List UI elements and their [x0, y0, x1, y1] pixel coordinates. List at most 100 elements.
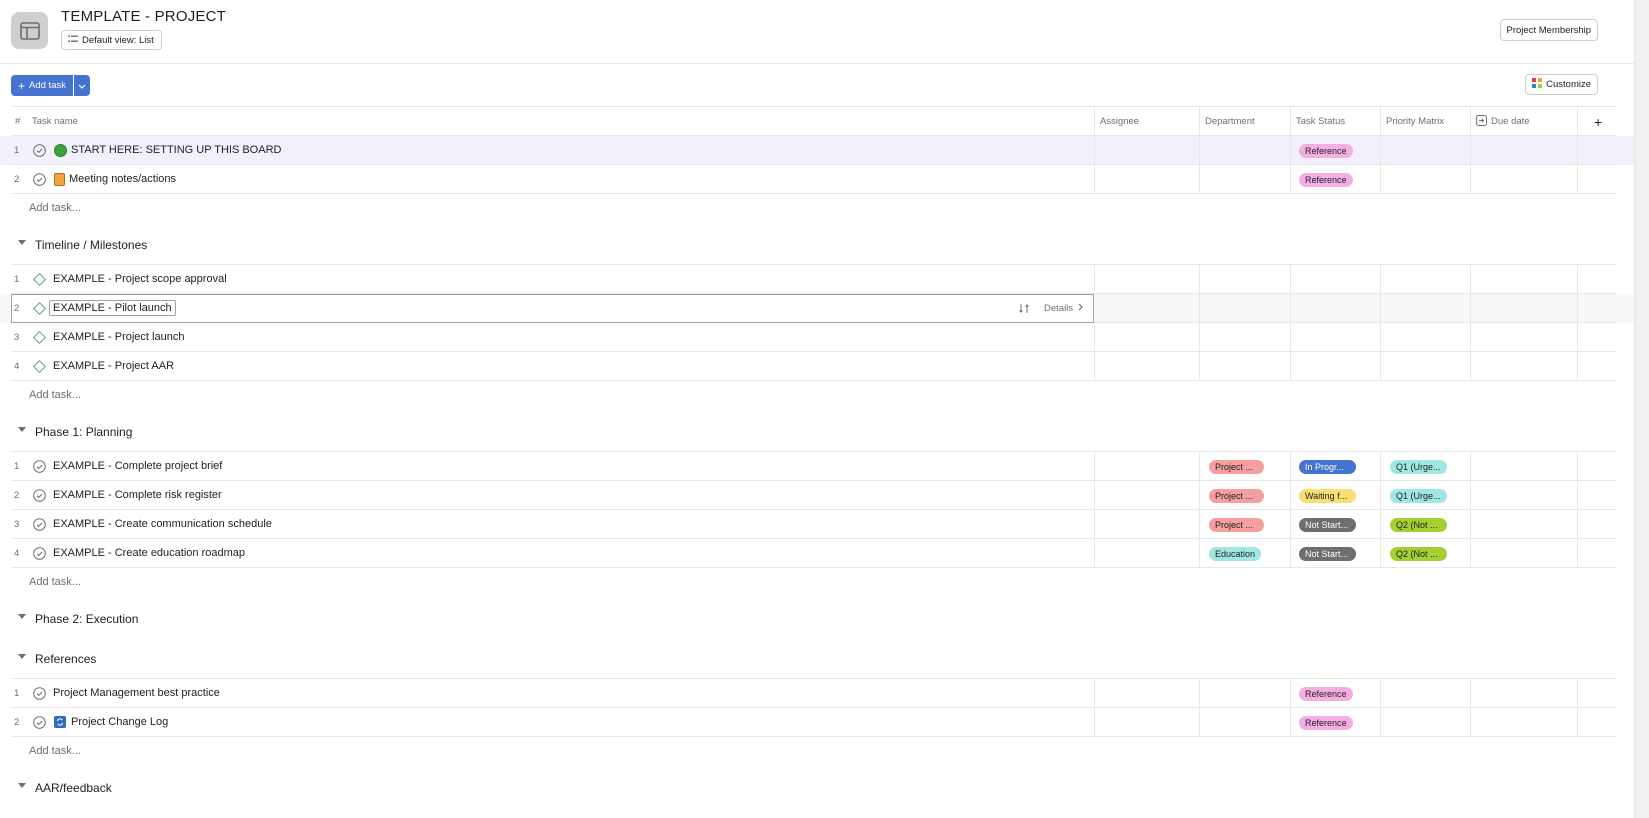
- task-name[interactable]: Meeting notes/actions: [69, 165, 176, 193]
- column-department[interactable]: Department: [1199, 107, 1255, 136]
- section-title[interactable]: Phase 1: Planning: [35, 412, 132, 452]
- add-task-dropdown-button[interactable]: [74, 75, 90, 96]
- details-button[interactable]: Details: [1044, 294, 1083, 322]
- add-task-inline[interactable]: Add task...: [29, 381, 81, 409]
- details-label: Details: [1044, 302, 1074, 314]
- column-due-date[interactable]: Due date: [1470, 107, 1530, 136]
- status-pill[interactable]: Not Start...: [1299, 547, 1356, 561]
- project-title[interactable]: TEMPLATE - PROJECT: [61, 8, 226, 25]
- status-pill[interactable]: Reference: [1299, 716, 1353, 730]
- task-name[interactable]: EXAMPLE - Project launch: [53, 323, 184, 351]
- department-pill[interactable]: Education: [1209, 547, 1262, 561]
- column-task-status[interactable]: Task Status: [1290, 107, 1345, 136]
- repeat-icon: [54, 716, 66, 728]
- task-number: 1: [14, 273, 20, 285]
- task-row[interactable]: 2 Project Change Log Reference: [0, 708, 1634, 737]
- caret-down-icon[interactable]: [18, 783, 26, 789]
- column-task-name[interactable]: Task name: [26, 107, 78, 136]
- status-pill[interactable]: Waiting f...: [1299, 489, 1356, 503]
- task-name[interactable]: EXAMPLE - Complete risk register: [53, 481, 222, 509]
- department-pill[interactable]: Project ...: [1209, 489, 1264, 503]
- add-task-button[interactable]: + Add task: [11, 75, 73, 96]
- diamond-icon[interactable]: [33, 360, 46, 373]
- diamond-icon[interactable]: [33, 273, 46, 286]
- diamond-icon[interactable]: [33, 302, 46, 315]
- task-row[interactable]: 1 EXAMPLE - Complete project brief Proje…: [0, 452, 1634, 481]
- check-circle-icon[interactable]: [33, 489, 46, 502]
- column-priority-matrix[interactable]: Priority Matrix: [1380, 107, 1444, 136]
- priority-pill[interactable]: Q2 (Not ...: [1390, 518, 1447, 532]
- task-name[interactable]: EXAMPLE - Project scope approval: [53, 265, 227, 293]
- task-name[interactable]: START HERE: SETTING UP THIS BOARD: [71, 136, 281, 164]
- task-name[interactable]: EXAMPLE - Complete project brief: [53, 452, 222, 480]
- plus-icon: +: [18, 78, 26, 93]
- status-pill[interactable]: In Progr...: [1299, 460, 1356, 474]
- default-view-button[interactable]: Default view: List: [61, 30, 162, 50]
- caret-down-icon[interactable]: [18, 240, 26, 246]
- add-task-label: Add task: [29, 80, 66, 91]
- task-name[interactable]: EXAMPLE - Create communication schedule: [53, 510, 272, 538]
- project-membership-button[interactable]: Project Membership: [1499, 19, 1598, 41]
- check-circle-icon[interactable]: [33, 687, 46, 700]
- add-column-button[interactable]: +: [1588, 107, 1602, 136]
- caret-down-icon[interactable]: [18, 654, 26, 660]
- task-row[interactable]: 3 EXAMPLE - Project launch: [0, 323, 1634, 352]
- section-title[interactable]: References: [35, 639, 96, 679]
- task-row[interactable]: 1 EXAMPLE - Project scope approval: [0, 265, 1634, 294]
- diamond-icon[interactable]: [33, 331, 46, 344]
- task-row[interactable]: 2 Meeting notes/actions Reference: [0, 165, 1634, 194]
- priority-pill[interactable]: Q1 (Urge...: [1390, 460, 1447, 474]
- section-title[interactable]: Timeline / Milestones: [35, 225, 147, 265]
- check-circle-icon[interactable]: [33, 144, 46, 157]
- section-header[interactable]: Timeline / Milestones: [0, 225, 1634, 265]
- task-row[interactable]: 1 Project Management best practice Refer…: [0, 679, 1634, 708]
- task-row[interactable]: 4 EXAMPLE - Create education roadmap Edu…: [0, 539, 1634, 568]
- priority-pill[interactable]: Q2 (Not ...: [1390, 547, 1447, 561]
- column-assignee[interactable]: Assignee: [1094, 107, 1139, 136]
- column-due-date-label: Due date: [1491, 116, 1530, 127]
- department-pill[interactable]: Project ...: [1209, 518, 1264, 532]
- status-pill[interactable]: Reference: [1299, 173, 1353, 187]
- priority-pill[interactable]: Q1 (Urge...: [1390, 489, 1447, 503]
- task-row[interactable]: 2 EXAMPLE - Pilot launch Details: [0, 294, 1634, 323]
- status-pill[interactable]: Not Start...: [1299, 518, 1356, 532]
- add-task-inline[interactable]: Add task...: [29, 194, 81, 222]
- task-row[interactable]: 2 EXAMPLE - Complete risk register Proje…: [0, 481, 1634, 510]
- task-row[interactable]: 3 EXAMPLE - Create communication schedul…: [0, 510, 1634, 539]
- task-row[interactable]: 4 EXAMPLE - Project AAR: [0, 352, 1634, 381]
- customize-button[interactable]: Customize: [1525, 74, 1598, 95]
- status-pill[interactable]: Reference: [1299, 144, 1353, 158]
- subtask-icon[interactable]: [1019, 294, 1030, 322]
- caret-down-icon[interactable]: [18, 614, 26, 620]
- section-header[interactable]: Phase 2: Execution: [0, 599, 1634, 639]
- task-name[interactable]: Project Management best practice: [53, 679, 220, 707]
- check-circle-icon[interactable]: [33, 518, 46, 531]
- check-circle-icon[interactable]: [33, 716, 46, 729]
- project-header: TEMPLATE - PROJECT Default view: List Pr…: [0, 0, 1634, 64]
- section-header[interactable]: AAR/feedback: [0, 768, 1634, 808]
- section-title[interactable]: AAR/feedback: [35, 768, 112, 808]
- department-pill[interactable]: Project ...: [1209, 460, 1264, 474]
- section-header[interactable]: References: [0, 639, 1634, 679]
- task-number: 2: [14, 173, 20, 185]
- section-header[interactable]: Phase 1: Planning: [0, 412, 1634, 452]
- task-name[interactable]: EXAMPLE - Project AAR: [53, 352, 174, 380]
- caret-down-icon[interactable]: [18, 427, 26, 433]
- vertical-scrollbar[interactable]: [1634, 0, 1649, 818]
- toolbar: + Add task Customize: [0, 64, 1634, 106]
- check-circle-icon[interactable]: [33, 173, 46, 186]
- status-pill[interactable]: Reference: [1299, 687, 1353, 701]
- project-layout-icon[interactable]: [11, 12, 48, 49]
- task-row[interactable]: 1 START HERE: SETTING UP THIS BOARD Refe…: [0, 136, 1634, 165]
- task-name-input[interactable]: EXAMPLE - Pilot launch: [49, 300, 176, 316]
- task-name[interactable]: EXAMPLE - Create education roadmap: [53, 539, 245, 567]
- check-circle-icon[interactable]: [33, 460, 46, 473]
- section-title[interactable]: Phase 2: Execution: [35, 599, 138, 639]
- task-name[interactable]: Project Change Log: [71, 708, 168, 736]
- add-task-inline[interactable]: Add task...: [29, 737, 81, 765]
- add-task-inline[interactable]: Add task...: [29, 568, 81, 596]
- task-number: 2: [14, 489, 20, 501]
- chevron-right-icon: [1078, 303, 1083, 314]
- green-circle-icon: [54, 144, 67, 157]
- check-circle-icon[interactable]: [33, 547, 46, 560]
